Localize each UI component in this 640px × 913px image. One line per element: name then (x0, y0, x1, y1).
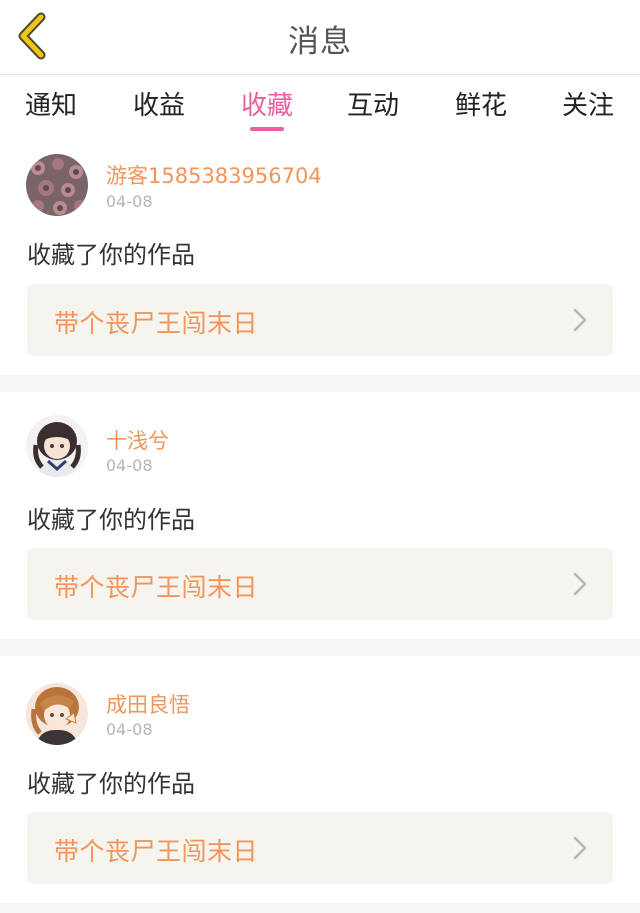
tab-notifications[interactable]: 通知 (11, 85, 91, 122)
work-title: 带个丧尸王闯末日 (54, 309, 259, 338)
work-link[interactable]: 带个丧尸王闯末日 (27, 284, 613, 356)
tab-flowers[interactable]: 鲜花 (441, 85, 521, 122)
avatar-image (26, 415, 88, 477)
list-item: 游客1585383956704 04-08 收藏了你的作品 带个丧尸王闯末日 (0, 137, 640, 375)
action-text: 收藏了你的作品 (27, 506, 195, 534)
avatar[interactable] (26, 154, 88, 216)
username[interactable]: 游客1585383956704 (106, 160, 322, 190)
tab-follows[interactable]: 关注 (548, 85, 628, 122)
chevron-right-icon (573, 836, 587, 860)
timestamp: 04-08 (106, 192, 153, 211)
tab-interactions[interactable]: 互动 (333, 85, 413, 122)
list-item: 成田良悟 04-08 收藏了你的作品 带个丧尸王闯末日 (0, 656, 640, 903)
action-text: 收藏了你的作品 (27, 241, 195, 269)
work-link[interactable]: 带个丧尸王闯末日 (27, 812, 613, 884)
avatar-image (26, 683, 88, 745)
work-title: 带个丧尸王闯末日 (54, 837, 259, 866)
tab-earnings[interactable]: 收益 (119, 85, 199, 122)
header-bar: 消息 (0, 0, 640, 75)
list-item: 十浅兮 04-08 收藏了你的作品 带个丧尸王闯末日 (0, 392, 640, 639)
messages-page: 消息 通知 收益 收藏 互动 鲜花 关注 游客1585383956704 04-… (0, 0, 640, 913)
avatar[interactable] (26, 415, 88, 477)
work-link[interactable]: 带个丧尸王闯末日 (27, 548, 613, 620)
avatar[interactable] (26, 683, 88, 745)
timestamp: 04-08 (106, 720, 153, 739)
action-text: 收藏了你的作品 (27, 770, 195, 798)
tab-favorites[interactable]: 收藏 (227, 85, 307, 122)
avatar-image (26, 154, 88, 216)
timestamp: 04-08 (106, 456, 153, 475)
active-tab-indicator (250, 127, 284, 131)
chevron-right-icon (573, 308, 587, 332)
page-title: 消息 (288, 24, 352, 60)
username[interactable]: 成田良悟 (106, 689, 190, 719)
chevron-right-icon (573, 572, 587, 596)
username[interactable]: 十浅兮 (106, 425, 169, 455)
work-title: 带个丧尸王闯末日 (54, 573, 259, 602)
tab-bar: 通知 收益 收藏 互动 鲜花 关注 (0, 75, 640, 137)
